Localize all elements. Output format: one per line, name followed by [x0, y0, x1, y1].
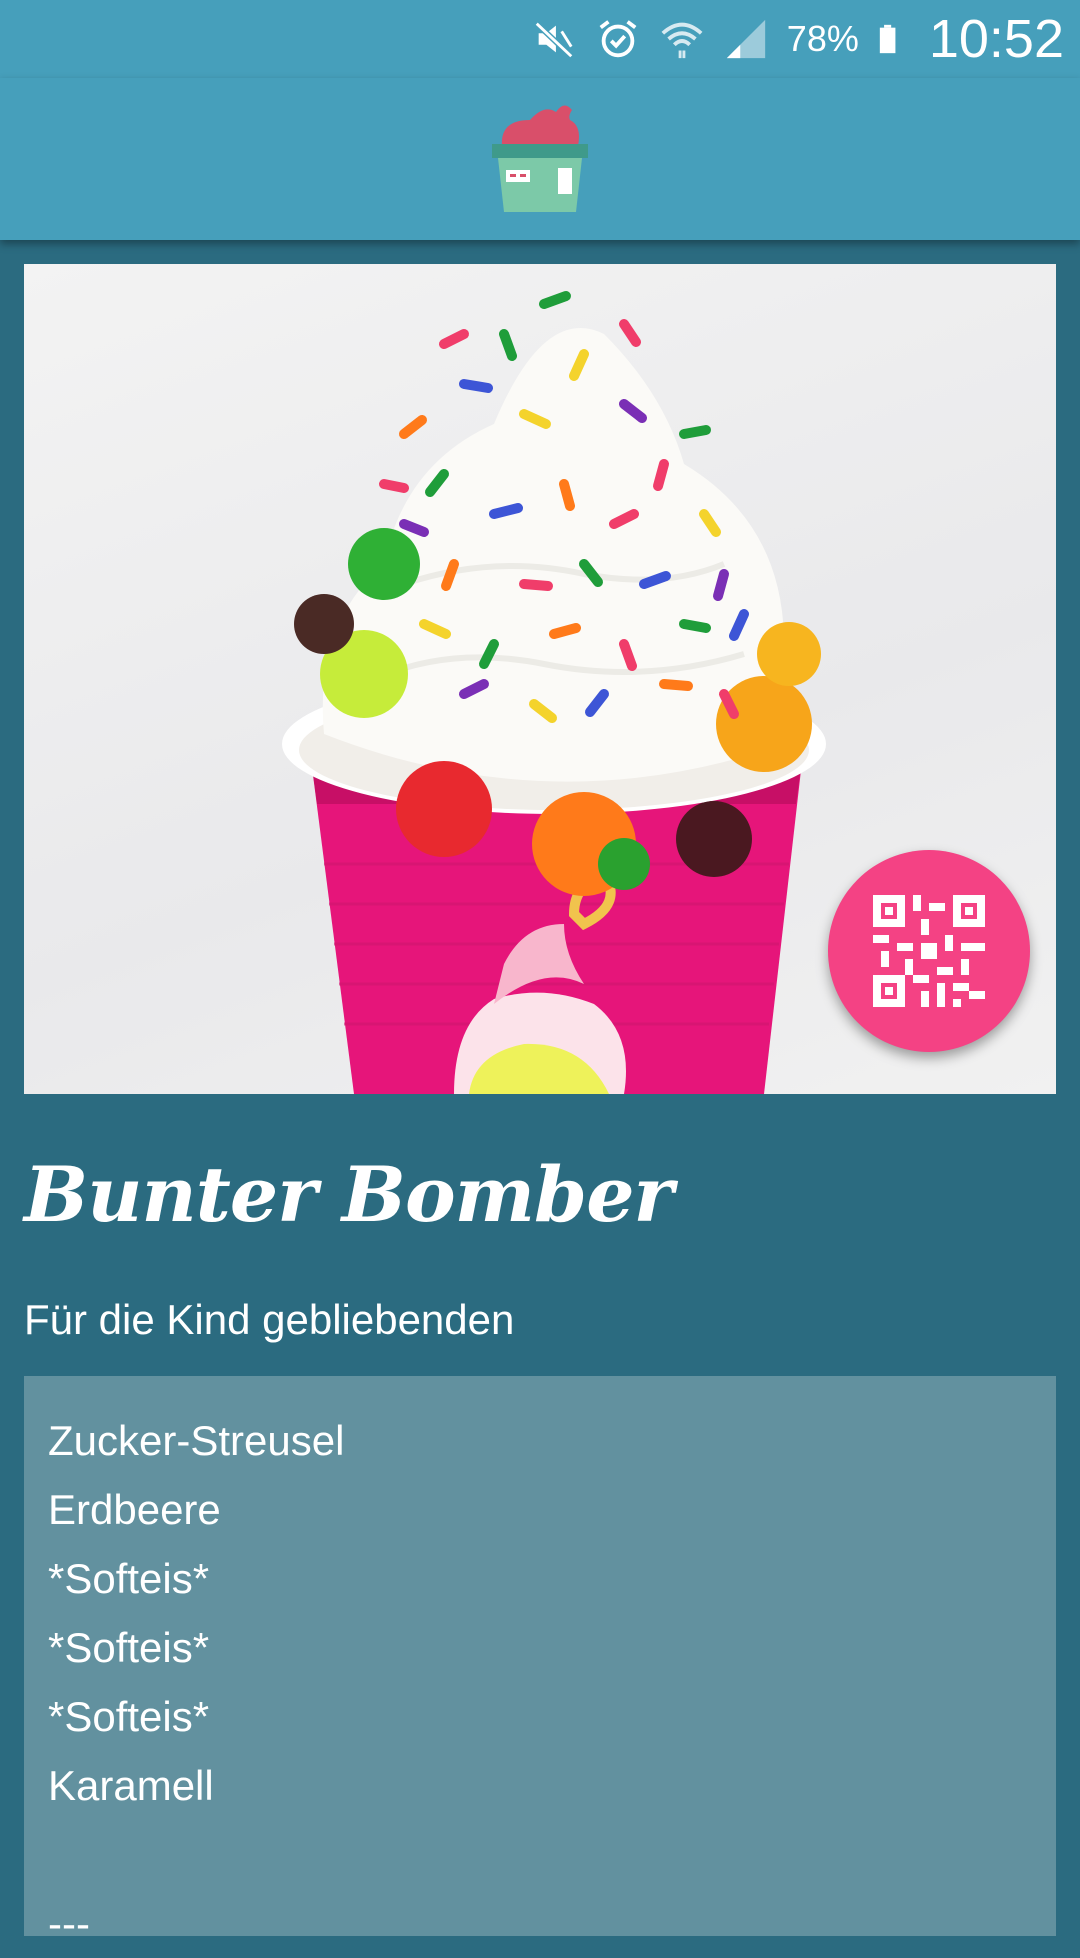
- more-indicator: ---: [48, 1900, 90, 1947]
- signal-icon: [726, 19, 765, 59]
- list-item: Erdbeere: [48, 1486, 221, 1533]
- mute-icon: [534, 21, 574, 59]
- battery-percent: 78%: [786, 18, 859, 59]
- wifi-icon: [661, 22, 703, 59]
- qr-code-button[interactable]: [828, 850, 1030, 1052]
- ingredients-list: Zucker-Streusel Erdbeere *Softeis* *Soft…: [24, 1376, 1056, 1947]
- status-bar: 78% 10:52: [0, 0, 1080, 78]
- frozen-yogurt-shop-icon[interactable]: [490, 98, 590, 214]
- alarm-icon: [599, 20, 637, 58]
- product-tagline: Für die Kind gebliebenden: [24, 1296, 515, 1343]
- battery-icon: [879, 24, 896, 54]
- list-item: Zucker-Streusel: [48, 1417, 345, 1464]
- status-icons: 78% 10:52: [531, 0, 1064, 78]
- list-item: *Softeis*: [48, 1693, 210, 1740]
- app-toolbar: [0, 78, 1080, 240]
- product-title: Bunter Bomber: [24, 1150, 674, 1239]
- list-item: Karamell: [48, 1762, 214, 1809]
- list-item: *Softeis*: [48, 1624, 210, 1671]
- list-item: *Softeis*: [48, 1555, 210, 1602]
- qr-code-icon: [873, 895, 985, 1007]
- clock: 10:52: [928, 9, 1064, 69]
